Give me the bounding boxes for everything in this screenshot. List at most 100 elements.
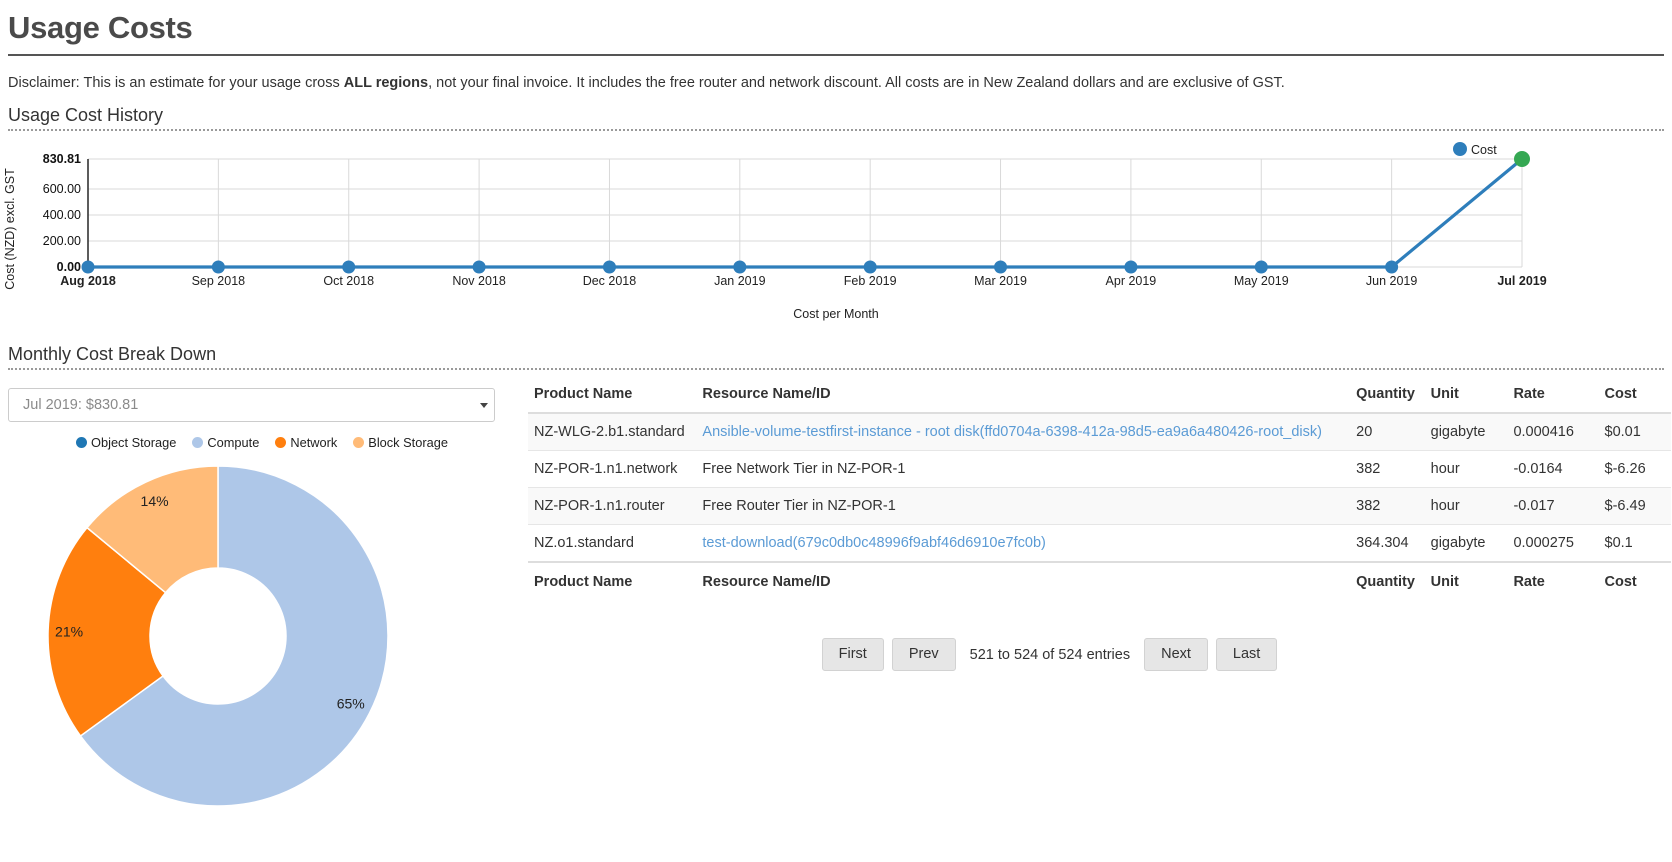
chevron-down-icon[interactable] bbox=[479, 398, 488, 412]
donut-legend: Object Storage Compute Network Block Storag… bbox=[8, 435, 516, 450]
disclaimer-text: Disclaimer: This is an estimate for your… bbox=[8, 74, 1664, 92]
cell-product-name: NZ-POR-1.n1.network bbox=[528, 451, 696, 488]
cell-rate: 0.000416 bbox=[1507, 413, 1598, 451]
svg-text:Dec 2018: Dec 2018 bbox=[583, 274, 637, 288]
usage-costs-page: Usage Costs Disclaimer: This is an estim… bbox=[0, 8, 1672, 862]
cell-product-name: NZ.o1.standard bbox=[528, 525, 696, 563]
cell-rate: 0.000275 bbox=[1507, 525, 1598, 563]
svg-text:Apr 2019: Apr 2019 bbox=[1106, 274, 1157, 288]
pagination-next-button[interactable]: Next bbox=[1144, 638, 1208, 671]
legend-color-swatch-icon bbox=[192, 437, 203, 448]
disclaimer-emphasis: ALL regions bbox=[344, 75, 428, 91]
svg-text:May 2019: May 2019 bbox=[1234, 274, 1289, 288]
month-select-value: Jul 2019: $830.81 bbox=[23, 397, 479, 413]
svg-text:Jan 2019: Jan 2019 bbox=[714, 274, 765, 288]
pagination-prev-button[interactable]: Prev bbox=[892, 638, 956, 671]
column-header-quantity[interactable]: Quantity bbox=[1350, 378, 1425, 413]
svg-text:400.00: 400.00 bbox=[43, 208, 81, 222]
legend-label: Network bbox=[290, 435, 337, 450]
svg-text:Oct 2018: Oct 2018 bbox=[323, 274, 374, 288]
table-header-row: Product NameResource Name/IDQuantityUnit… bbox=[528, 378, 1671, 413]
disclaimer-part-2: , not your final invoice. It includes th… bbox=[428, 75, 1285, 91]
svg-text:600.00: 600.00 bbox=[43, 182, 81, 196]
resource-link[interactable]: test-download(679c0db0c48996f9abf46d6910… bbox=[702, 535, 1045, 551]
usage-cost-history-heading: Usage Cost History bbox=[8, 104, 1664, 126]
cell-resource-name: Free Router Tier in NZ-POR-1 bbox=[696, 488, 1350, 525]
svg-text:Jul 2019: Jul 2019 bbox=[1497, 274, 1546, 288]
column-header-product-name[interactable]: Product Name bbox=[528, 562, 696, 600]
cost-table-body: NZ-WLG-2.b1.standard Ansible-volume-testf… bbox=[528, 413, 1671, 562]
legend-label: Object Storage bbox=[91, 435, 176, 450]
column-header-cost[interactable]: Cost bbox=[1599, 562, 1671, 600]
donut-chart-svg: 65% 21% 14% bbox=[46, 458, 446, 858]
pagination-last-button[interactable]: Last bbox=[1216, 638, 1277, 671]
legend-label: Compute bbox=[207, 435, 259, 450]
column-header-unit[interactable]: Unit bbox=[1425, 378, 1508, 413]
svg-text:200.00: 200.00 bbox=[43, 234, 81, 248]
donut-legend-item[interactable]: Compute bbox=[192, 435, 259, 450]
cost-table: Product NameResource Name/IDQuantityUnit… bbox=[528, 378, 1671, 600]
chart-y-axis-title: Cost (NZD) excl. GST bbox=[3, 168, 17, 290]
resource-link[interactable]: Ansible-volume-testfirst-instance - root… bbox=[702, 424, 1322, 440]
svg-text:21%: 21% bbox=[55, 623, 83, 639]
svg-text:Nov 2018: Nov 2018 bbox=[452, 274, 506, 288]
cell-resource-name: Free Network Tier in NZ-POR-1 bbox=[696, 451, 1350, 488]
column-header-product-name[interactable]: Product Name bbox=[528, 378, 696, 413]
breakdown-divider bbox=[8, 368, 1664, 370]
cell-quantity: 382 bbox=[1350, 451, 1425, 488]
column-header-resource-name-id[interactable]: Resource Name/ID bbox=[696, 378, 1350, 413]
cell-unit: hour bbox=[1425, 488, 1508, 525]
donut-legend-item[interactable]: Block Storage bbox=[353, 435, 448, 450]
legend-color-swatch-icon bbox=[76, 437, 87, 448]
disclaimer-part-1: Disclaimer: This is an estimate for your… bbox=[8, 75, 344, 91]
chart-x-axis-title: Cost per Month bbox=[8, 307, 1664, 321]
column-header-rate[interactable]: Rate bbox=[1507, 562, 1598, 600]
table-row: NZ-WLG-2.b1.standard Ansible-volume-testf… bbox=[528, 413, 1671, 451]
month-select[interactable]: Jul 2019: $830.81 bbox=[8, 388, 495, 422]
cell-rate: -0.017 bbox=[1507, 488, 1598, 525]
history-divider bbox=[8, 129, 1664, 131]
svg-text:Feb 2019: Feb 2019 bbox=[844, 274, 897, 288]
breakdown-left-column: Jul 2019: $830.81 Object Storage Compute N… bbox=[8, 378, 516, 858]
line-chart-svg: 0.00200.00400.00600.00830.81Aug 2018Sep … bbox=[8, 137, 1664, 307]
cell-product-name: NZ-WLG-2.b1.standard bbox=[528, 413, 696, 451]
legend-color-swatch-icon bbox=[353, 437, 364, 448]
cell-cost: $0.1 bbox=[1599, 525, 1671, 563]
cost-table-foot: Product NameResource Name/IDQuantityUnit… bbox=[528, 562, 1671, 600]
monthly-cost-breakdown-heading: Monthly Cost Break Down bbox=[8, 343, 1664, 365]
donut-legend-item[interactable]: Object Storage bbox=[76, 435, 176, 450]
svg-text:0.00: 0.00 bbox=[57, 260, 81, 274]
cell-cost: $0.01 bbox=[1599, 413, 1671, 451]
svg-text:Jun 2019: Jun 2019 bbox=[1366, 274, 1417, 288]
column-header-resource-name-id[interactable]: Resource Name/ID bbox=[696, 562, 1350, 600]
table-row: NZ.o1.standard test-download(679c0db0c489… bbox=[528, 525, 1671, 563]
legend-color-swatch-icon bbox=[275, 437, 286, 448]
cell-resource-name[interactable]: test-download(679c0db0c48996f9abf46d6910… bbox=[696, 525, 1350, 563]
donut-legend-item[interactable]: Network bbox=[275, 435, 337, 450]
cell-unit: gigabyte bbox=[1425, 413, 1508, 451]
cell-cost: $-6.26 bbox=[1599, 451, 1671, 488]
cell-unit: hour bbox=[1425, 451, 1508, 488]
pagination-info: 521 to 524 of 524 entries bbox=[964, 647, 1136, 663]
title-divider bbox=[8, 54, 1664, 56]
pagination-first-button[interactable]: First bbox=[822, 638, 884, 671]
column-header-unit[interactable]: Unit bbox=[1425, 562, 1508, 600]
cell-cost: $-6.49 bbox=[1599, 488, 1671, 525]
breakdown-right-column: Product NameResource Name/IDQuantityUnit… bbox=[516, 378, 1671, 858]
column-header-cost[interactable]: Cost bbox=[1599, 378, 1671, 413]
column-header-rate[interactable]: Rate bbox=[1507, 378, 1598, 413]
cell-rate: -0.0164 bbox=[1507, 451, 1598, 488]
table-footer-row: Product NameResource Name/IDQuantityUnit… bbox=[528, 562, 1671, 600]
svg-text:Aug 2018: Aug 2018 bbox=[60, 274, 116, 288]
cell-unit: gigabyte bbox=[1425, 525, 1508, 563]
cell-quantity: 20 bbox=[1350, 413, 1425, 451]
svg-text:14%: 14% bbox=[141, 493, 169, 509]
usage-cost-history-chart: Cost (NZD) excl. GST Cost per Month 0.00… bbox=[8, 137, 1664, 317]
svg-text:65%: 65% bbox=[337, 696, 365, 712]
cell-resource-name[interactable]: Ansible-volume-testfirst-instance - root… bbox=[696, 413, 1350, 451]
svg-text:Cost: Cost bbox=[1471, 143, 1497, 157]
table-row: NZ-POR-1.n1.routerFree Router Tier in NZ… bbox=[528, 488, 1671, 525]
cell-quantity: 364.304 bbox=[1350, 525, 1425, 563]
column-header-quantity[interactable]: Quantity bbox=[1350, 562, 1425, 600]
breakdown-body: Jul 2019: $830.81 Object Storage Compute N… bbox=[8, 378, 1664, 858]
